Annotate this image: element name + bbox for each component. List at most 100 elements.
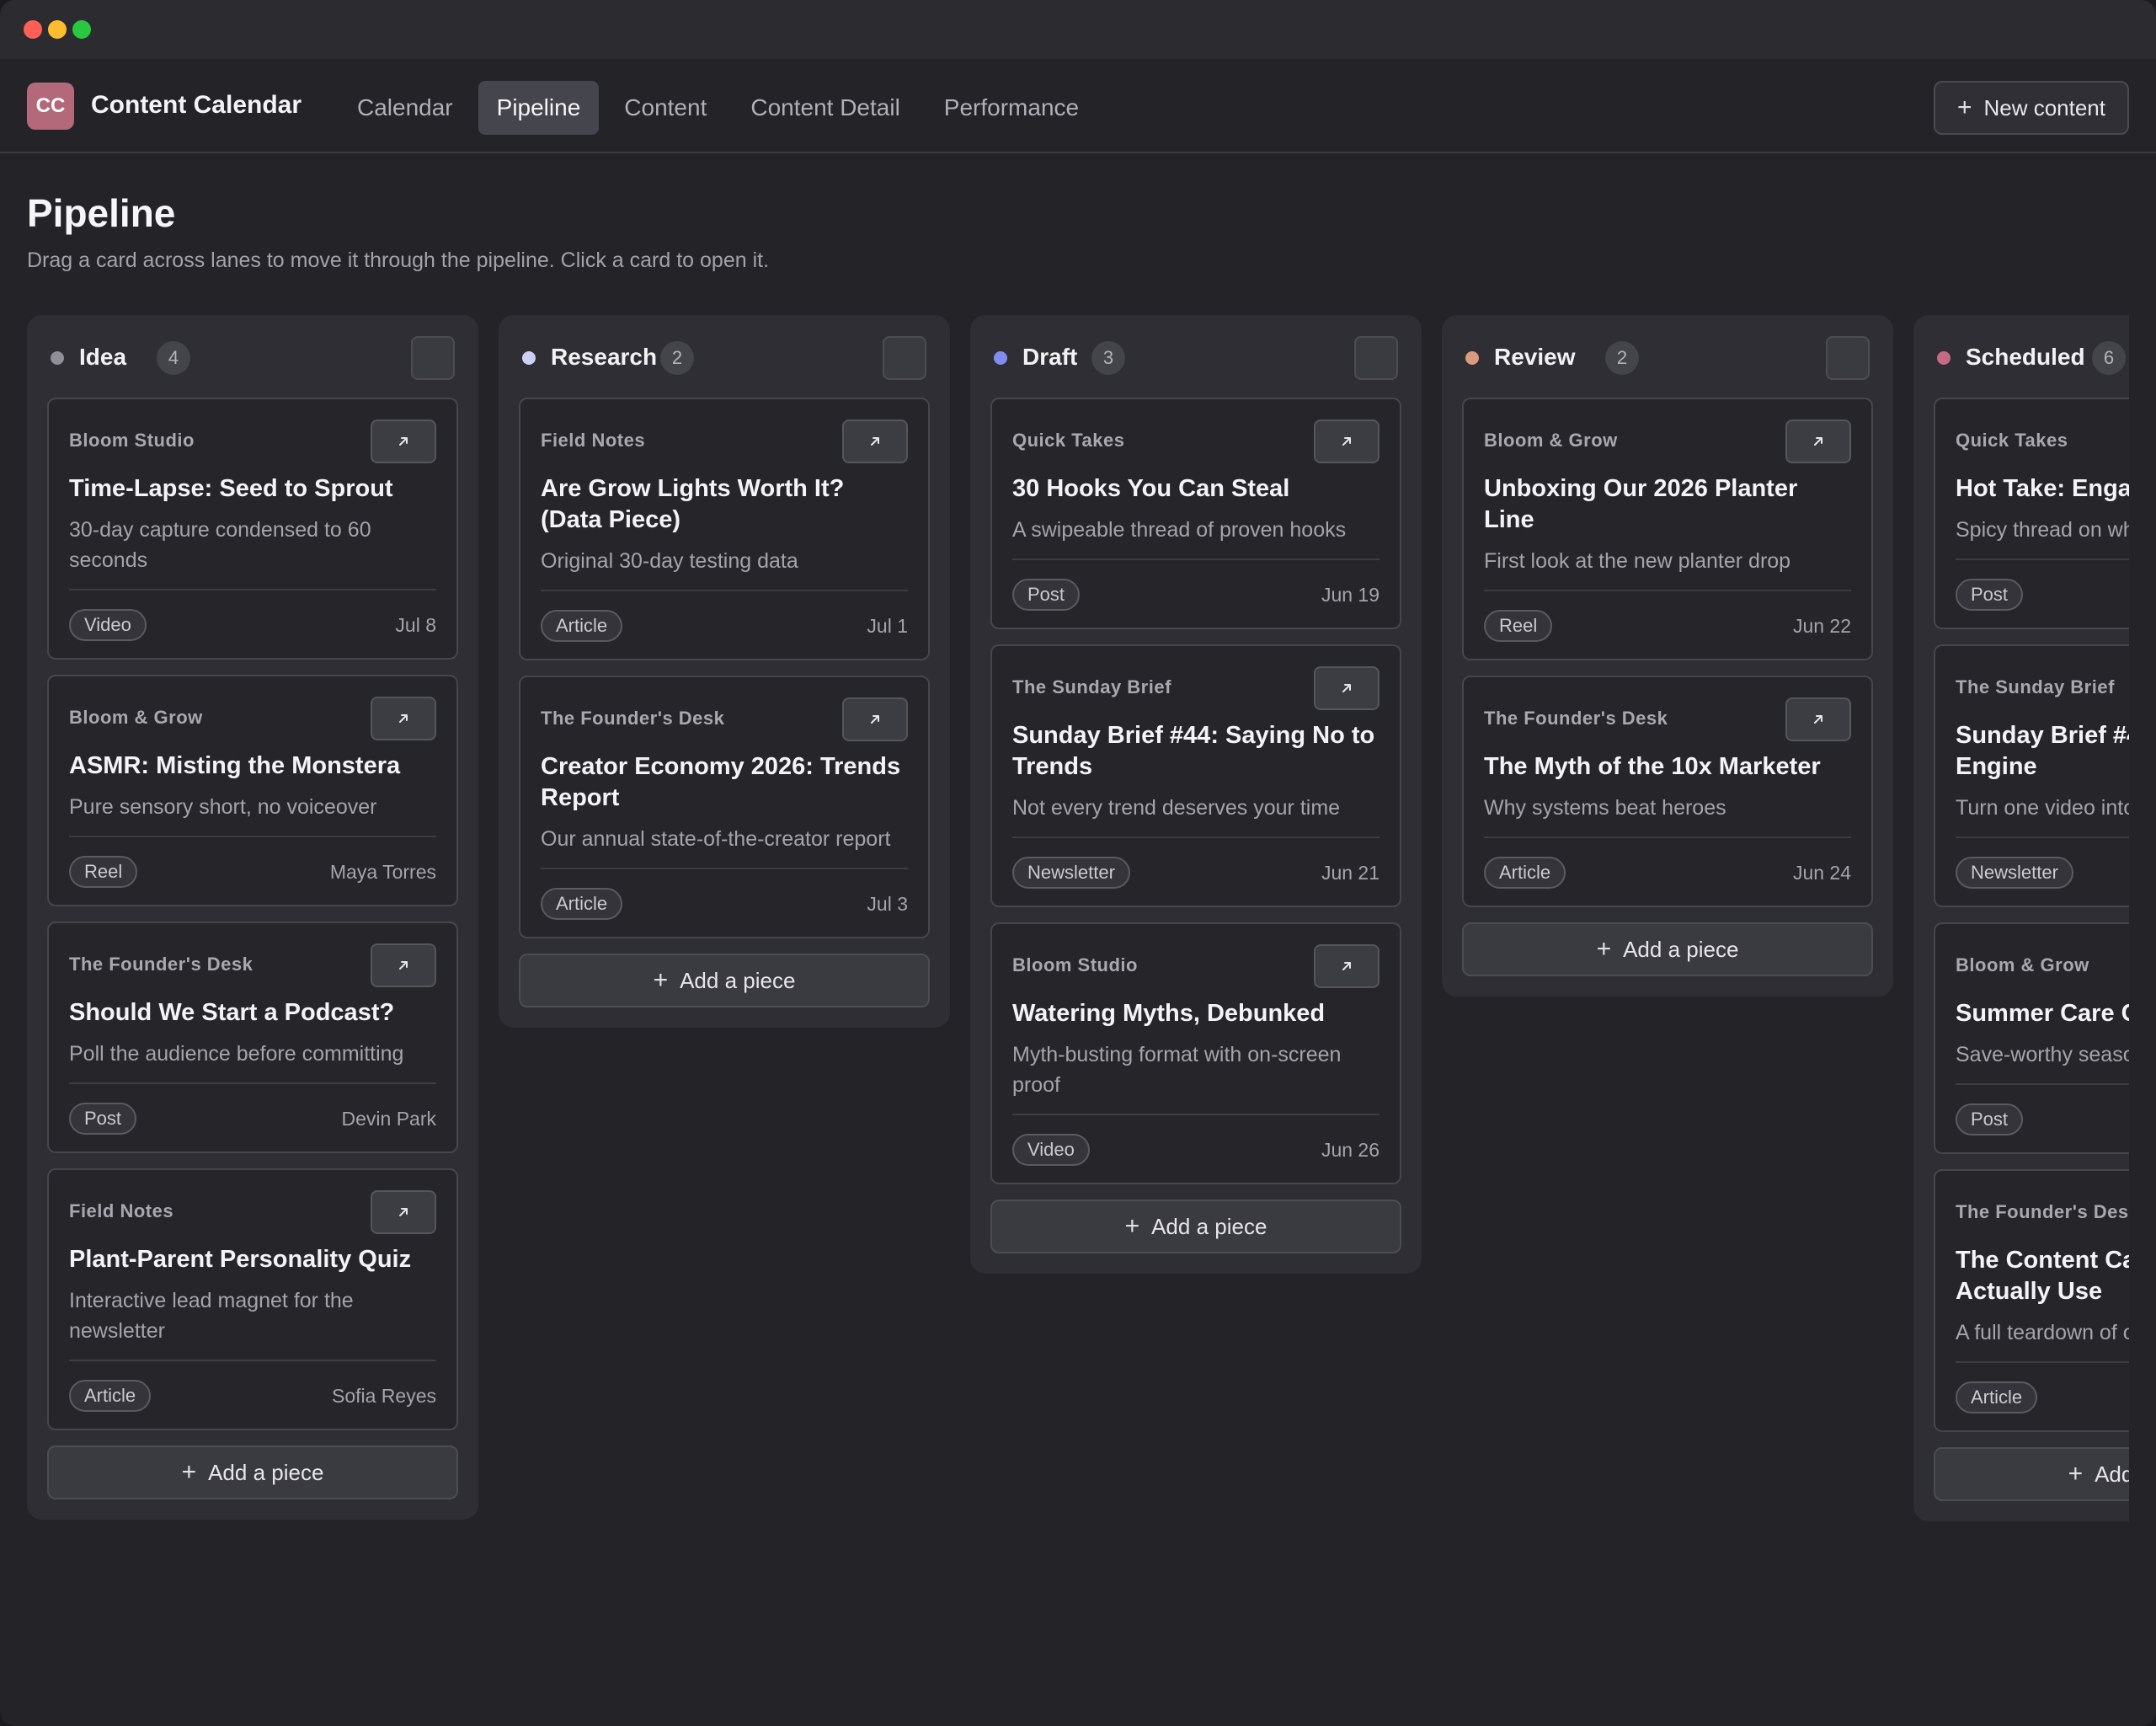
lane-scheduled[interactable]: Scheduled 6 Quick Takes Hot Take: Engagemen… (1913, 315, 2129, 1521)
content-card[interactable]: Bloom & Grow Summer Care Checklist Save-wo… (1934, 922, 2129, 1154)
card-header: Quick Takes (1956, 399, 2129, 458)
card-footer: Article Jul 3 (541, 868, 908, 937)
nav-tabs: Calendar Pipeline Content Content Detail… (339, 81, 1097, 135)
card-brand: Bloom Studio (69, 430, 195, 451)
lane-research[interactable]: Research 2 Field Notes Are Grow Lights Wort… (499, 315, 950, 1028)
plus-icon: + (1596, 935, 1612, 963)
add-piece-button[interactable]: + Add a piece (519, 954, 930, 1007)
card-brand: Quick Takes (1956, 430, 2068, 451)
content-card[interactable]: The Sunday Brief Sunday Brief #45: Repurp… (1934, 644, 2129, 907)
card-description: First look at the new planter drop (1484, 549, 1791, 573)
tab-content[interactable]: Content (606, 81, 725, 135)
card-meta: Jul 1 (867, 615, 908, 637)
card-title: ASMR: Misting the Monstera (69, 752, 401, 779)
tab-performance[interactable]: Performance (926, 81, 1097, 135)
add-piece-label: Add a piece (2095, 1461, 2129, 1487)
card-brand: The Sunday Brief (1012, 676, 1171, 697)
maximize-window-button[interactable] (72, 20, 91, 39)
card-header: The Founder's Desk (69, 923, 436, 987)
content-card[interactable]: Field Notes Are Grow Lights Worth It? (Da… (519, 398, 930, 660)
content-card[interactable]: Bloom Studio Watering Myths, Debunked Myth… (990, 922, 1401, 1184)
card-header: Bloom & Grow (69, 676, 436, 740)
card-title: The Myth of the 10x Marketer (1484, 753, 1821, 780)
content-card[interactable]: The Sunday Brief Sunday Brief #44: Saying… (990, 644, 1401, 907)
card-footer: Reel Maya Torres (69, 836, 436, 905)
lane-idea[interactable]: Idea 4 Bloom Studio Time-Lapse: Seed to Spr… (27, 315, 478, 1520)
card-meta: Jul 3 (867, 893, 908, 915)
content-card[interactable]: Quick Takes Hot Take: Engagement Is Dead S… (1934, 398, 2129, 629)
arrow-up-right-icon (1342, 684, 1351, 692)
open-card-button[interactable] (1314, 419, 1380, 463)
content-card[interactable]: Bloom & Grow Unboxing Our 2026 Planter Li… (1462, 398, 1873, 660)
lane-header: Idea 4 (47, 315, 458, 398)
tab-content-detail[interactable]: Content Detail (732, 81, 918, 135)
open-card-button[interactable] (371, 1190, 436, 1234)
app-title[interactable]: Content Calendar (91, 91, 302, 120)
card-footer: Newsletter (1956, 836, 2129, 906)
content-card[interactable]: The Founder's Desk Should We Start a Podc… (47, 922, 458, 1153)
content-card[interactable]: Field Notes Plant-Parent Personality Quiz… (47, 1168, 458, 1430)
content-card[interactable]: The Founder's Desk The Content Calendar W… (1934, 1169, 2129, 1432)
arrow-up-right-icon (399, 1208, 408, 1216)
open-card-button[interactable] (1785, 419, 1851, 463)
add-piece-label: Add a piece (208, 1459, 324, 1485)
close-window-button[interactable] (24, 20, 42, 39)
top-navigation: CC Content Calendar Calendar Pipeline Co… (0, 59, 2156, 153)
card-description: Save-worthy seasonal tips (1956, 1043, 2129, 1066)
lane-count-badge: 6 (2092, 341, 2126, 375)
card-meta: Maya Torres (329, 861, 436, 883)
content-card[interactable]: The Founder's Desk Creator Economy 2026: … (519, 676, 930, 938)
content-type-tag: Post (1956, 1103, 2024, 1136)
add-piece-button[interactable]: + Add a piece (1934, 1447, 2129, 1501)
plus-icon: + (653, 966, 669, 994)
card-footer: Article Jul 1 (541, 590, 908, 659)
card-footer: Article Sofia Reyes (69, 1360, 436, 1429)
lane-name: Research (551, 344, 658, 370)
arrow-up-right-icon (1342, 437, 1351, 446)
card-header: Bloom Studio (1012, 924, 1380, 988)
lane-count-badge: 3 (1091, 341, 1125, 375)
open-card-button[interactable] (371, 943, 436, 987)
tab-pipeline[interactable]: Pipeline (478, 81, 600, 135)
tab-calendar[interactable]: Calendar (339, 81, 472, 135)
card-title: 30 Hooks You Can Steal (1012, 475, 1290, 502)
card-brand: Bloom & Grow (1956, 954, 2089, 975)
add-piece-button[interactable]: + Add a piece (1462, 922, 1873, 976)
content-card[interactable]: Bloom Studio Time-Lapse: Seed to Sprout 30… (47, 398, 458, 660)
lane-name: Idea (79, 344, 127, 370)
open-card-button[interactable] (371, 419, 436, 463)
content-type-tag: Video (69, 609, 147, 641)
card-description: Turn one video into ten (1956, 796, 2129, 820)
add-piece-button[interactable]: + Add a piece (47, 1445, 458, 1499)
open-card-button[interactable] (1314, 666, 1380, 710)
open-card-button[interactable] (1314, 944, 1380, 988)
lane-review[interactable]: Review 2 Bloom & Grow Unboxing Our 2026 Pla… (1442, 315, 1893, 997)
window-titlebar (0, 0, 2156, 59)
open-card-button[interactable] (1785, 697, 1851, 741)
new-content-button[interactable]: + New content (1933, 81, 2129, 135)
app-logo[interactable]: CC (27, 83, 74, 130)
lane-options-button[interactable] (1826, 336, 1870, 380)
content-type-tag: Post (1012, 579, 1081, 611)
plus-icon: + (1124, 1212, 1140, 1240)
add-piece-button[interactable]: + Add a piece (990, 1200, 1401, 1253)
card-description: Pure sensory short, no voiceover (69, 795, 377, 819)
lane-options-button[interactable] (411, 336, 455, 380)
lane-header: Research 2 (519, 315, 930, 398)
lane-name: Draft (1022, 344, 1078, 370)
open-card-button[interactable] (842, 419, 908, 463)
open-card-button[interactable] (371, 697, 436, 740)
content-card[interactable]: The Founder's Desk The Myth of the 10x Ma… (1462, 676, 1873, 907)
card-brand: Bloom & Grow (69, 707, 203, 728)
card-brand: The Founder's Desk (69, 954, 253, 975)
content-card[interactable]: Quick Takes 30 Hooks You Can Steal A swipe… (990, 398, 1401, 629)
card-footer: Post (1956, 558, 2129, 628)
arrow-up-right-icon (871, 715, 879, 724)
lane-draft[interactable]: Draft 3 Quick Takes 30 Hooks You Can Steal A… (970, 315, 1422, 1274)
minimize-window-button[interactable] (48, 20, 67, 39)
lane-options-button[interactable] (883, 336, 926, 380)
open-card-button[interactable] (842, 697, 908, 741)
lane-options-button[interactable] (1354, 336, 1398, 380)
card-brand: The Founder's Desk (1484, 708, 1668, 729)
content-card[interactable]: Bloom & Grow ASMR: Misting the Monstera Pu… (47, 675, 458, 906)
